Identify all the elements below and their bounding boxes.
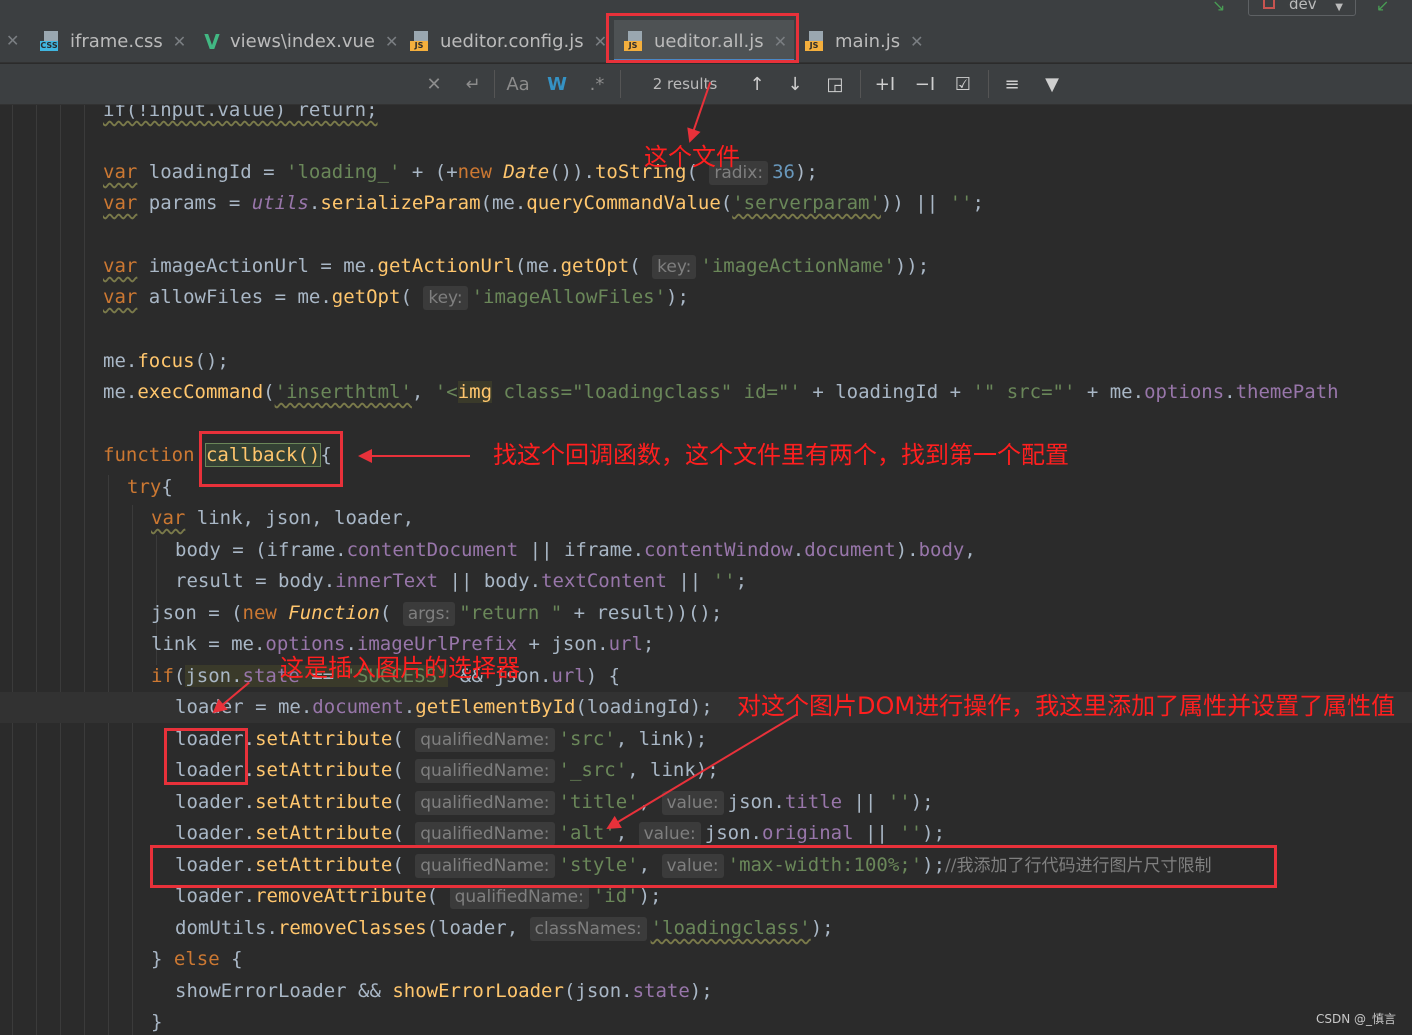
code-line[interactable]: loader.setAttribute( qualifiedName: '_src… bbox=[175, 755, 719, 786]
code-line[interactable]: showErrorLoader && showErrorLoader(json.… bbox=[175, 976, 713, 1007]
code-line[interactable]: json = (new Function( args: "return " + r… bbox=[151, 598, 722, 629]
code-line[interactable]: var imageActionUrl = me.getActionUrl(me.… bbox=[103, 251, 929, 282]
close-icon[interactable]: ✕ bbox=[910, 32, 923, 51]
code-line[interactable]: if(!input.value) return; bbox=[103, 105, 378, 126]
js-file-icon: JS bbox=[805, 30, 829, 53]
chevron-down-icon: ▼ bbox=[1335, 2, 1343, 13]
regex-icon[interactable]: .* bbox=[584, 64, 610, 105]
param-hint: qualifiedName: bbox=[415, 728, 555, 752]
param-hint: args: bbox=[402, 602, 456, 626]
code-line[interactable]: var allowFiles = me.getOpt( key:'imageAl… bbox=[103, 282, 689, 313]
search-results-count: 2 results bbox=[652, 75, 718, 93]
annotation-callback-label: 找这个回调函数，这个文件里有两个，找到第一个配置 bbox=[493, 441, 1069, 469]
arrow-up-icon[interactable]: ↑ bbox=[744, 64, 770, 105]
code-line[interactable]: } else { bbox=[151, 944, 243, 975]
code-line[interactable]: loader.setAttribute( qualifiedName:'src'… bbox=[175, 724, 707, 755]
branch-name: dev bbox=[1289, 0, 1317, 13]
watermark: CSDN @_慎言 bbox=[1315, 1012, 1396, 1026]
remove-occurrence-icon[interactable]: −I bbox=[910, 64, 940, 105]
annotation-box-callback bbox=[199, 431, 343, 487]
whole-words-icon[interactable]: W bbox=[544, 64, 570, 105]
code-line[interactable]: body = (iframe.contentDocument || iframe… bbox=[175, 535, 976, 566]
git-branch-icon bbox=[1263, 0, 1275, 9]
clear-search-icon[interactable]: ✕ bbox=[424, 64, 444, 105]
code-line[interactable]: me.execCommand('inserthtml', '<img class… bbox=[103, 377, 1339, 408]
vcs-update-icon[interactable]: ↙ bbox=[1376, 0, 1389, 15]
build-hammer-icon[interactable]: ↘ bbox=[1212, 0, 1225, 15]
annotation-box-active-tab bbox=[606, 13, 799, 63]
branch-selector[interactable]: dev ▼ bbox=[1248, 0, 1356, 16]
annotation-dom-label: 对这个图片DOM进行操作，我这里添加了属性并设置了属性值 bbox=[737, 692, 1396, 720]
param-hint: qualifiedName: bbox=[449, 885, 589, 909]
param-hint: key: bbox=[652, 255, 697, 279]
tab-main-js[interactable]: JS main.js ✕ bbox=[805, 20, 923, 63]
filter-lines-icon[interactable]: ≡ bbox=[998, 64, 1026, 105]
open-in-window-icon[interactable]: ◲ bbox=[822, 64, 848, 105]
tab-index-vue[interactable]: V views\index.vue ✕ bbox=[200, 20, 398, 63]
close-icon[interactable]: ✕ bbox=[385, 32, 398, 51]
match-case-icon[interactable]: Aa bbox=[504, 64, 532, 105]
code-line[interactable]: } bbox=[151, 1007, 162, 1035]
annotation-arrow-callback bbox=[358, 449, 470, 463]
param-hint: key: bbox=[423, 286, 468, 310]
tab-label: ueditor.config.js bbox=[440, 31, 584, 52]
code-line[interactable]: loader = me.document.getElementById(load… bbox=[175, 692, 713, 723]
code-line[interactable]: try{ bbox=[127, 472, 173, 503]
new-line-icon[interactable]: ↵ bbox=[460, 64, 486, 105]
tab-label: views\index.vue bbox=[230, 31, 375, 52]
param-hint: qualifiedName: bbox=[415, 791, 555, 815]
vue-file-icon: V bbox=[204, 29, 220, 54]
code-editor[interactable]: if(!input.value) return; var loadingId =… bbox=[0, 105, 1412, 1035]
code-line[interactable]: var params = utils.serializeParam(me.que… bbox=[103, 188, 984, 219]
css-file-icon: CSS bbox=[40, 30, 64, 53]
tab-iframe-css[interactable]: CSS iframe.css ✕ bbox=[40, 20, 186, 63]
param-hint: value: bbox=[638, 822, 701, 846]
param-hint: qualifiedName: bbox=[415, 759, 555, 783]
close-icon[interactable]: ✕ bbox=[173, 32, 186, 51]
param-hint: qualifiedName: bbox=[415, 822, 555, 846]
code-line[interactable]: loader.setAttribute( qualifiedName:'titl… bbox=[175, 787, 934, 818]
param-hint: value: bbox=[661, 791, 724, 815]
find-toolbar: ✕ ↵ Aa W .* 2 results ↑ ↓ ◲ +I −I ☑ ≡ ▼ bbox=[0, 64, 1412, 105]
param-hint: classNames: bbox=[529, 917, 647, 941]
js-file-icon: JS bbox=[410, 30, 434, 53]
select-all-occurrences-icon[interactable]: ☑ bbox=[948, 64, 978, 105]
add-occurrence-icon[interactable]: +I bbox=[870, 64, 900, 105]
tab-label: main.js bbox=[835, 31, 901, 52]
annotation-selector-label: 这是插入图片的选择器 bbox=[280, 654, 520, 682]
annotation-box-loader bbox=[164, 728, 248, 785]
code-line[interactable]: var link, json, loader, bbox=[151, 503, 414, 534]
code-line[interactable]: me.focus(); bbox=[103, 346, 229, 377]
arrow-down-icon[interactable]: ↓ bbox=[782, 64, 808, 105]
close-icon[interactable]: ✕ bbox=[6, 31, 19, 50]
code-line[interactable]: result = body.innerText || body.textCont… bbox=[175, 566, 747, 597]
annotation-box-style-line bbox=[150, 845, 1277, 888]
tab-label: iframe.css bbox=[70, 31, 163, 52]
code-line[interactable]: domUtils.removeClasses(loader, className… bbox=[175, 913, 834, 944]
tab-ueditor-config-js[interactable]: JS ueditor.config.js ✕ bbox=[410, 20, 607, 63]
filter-icon[interactable]: ▼ bbox=[1038, 64, 1066, 105]
